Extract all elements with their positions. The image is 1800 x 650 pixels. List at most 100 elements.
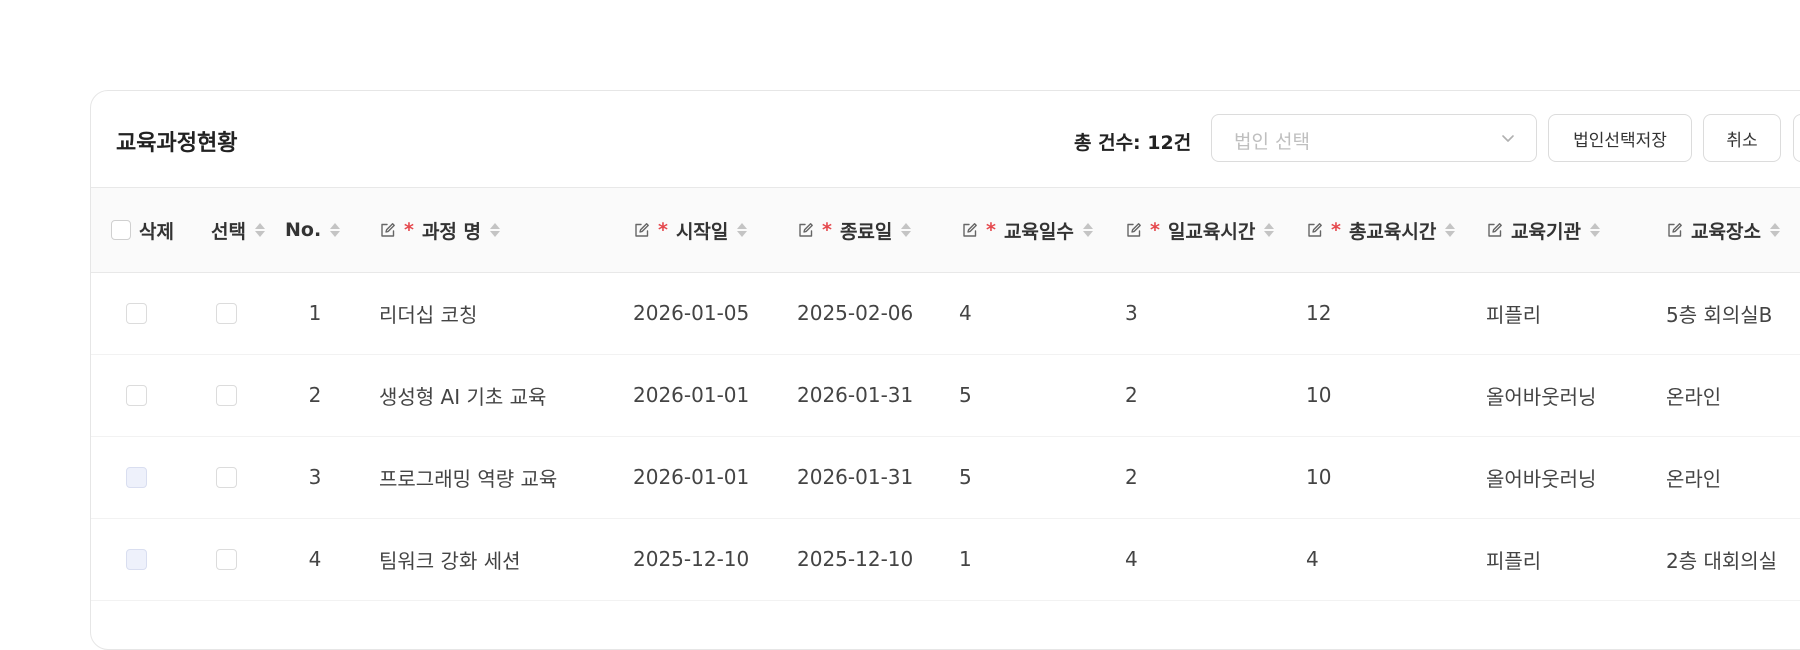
delete-checkbox[interactable] bbox=[125, 466, 147, 488]
required-marker: * bbox=[1150, 219, 1160, 241]
sort-icon[interactable] bbox=[254, 221, 266, 239]
header-select[interactable]: 선택 bbox=[211, 188, 266, 272]
delete-checkbox-cell bbox=[121, 355, 151, 435]
cell-institution[interactable]: 올어바웃러닝 bbox=[1486, 355, 1596, 435]
table-row[interactable]: 2 생성형 AI 기초 교육 2026-01-01 2026-01-31 5 2… bbox=[91, 355, 1800, 437]
sort-icon[interactable] bbox=[1263, 221, 1275, 239]
cell-edu-days[interactable]: 5 bbox=[959, 437, 972, 517]
toolbar: 교육과정현황 총 건수: 12건 법인 선택 법인선택저장 취소 bbox=[91, 91, 1800, 187]
cell-end-date[interactable]: 2026-01-31 bbox=[797, 355, 913, 435]
header-edu-days[interactable]: * 교육일수 bbox=[961, 188, 1094, 272]
table-row[interactable]: 1 리더십 코칭 2026-01-05 2025-02-06 4 3 12 피플… bbox=[91, 273, 1800, 355]
edit-icon bbox=[1668, 222, 1682, 237]
cell-start-date[interactable]: 2025-12-10 bbox=[633, 519, 749, 599]
cell-location[interactable]: 온라인 bbox=[1666, 355, 1721, 435]
header-total-hours[interactable]: * 총교육시간 bbox=[1306, 188, 1456, 272]
select-checkbox[interactable] bbox=[215, 466, 237, 488]
select-checkbox-cell bbox=[211, 519, 241, 599]
delete-checkbox-cell bbox=[121, 273, 151, 353]
header-course-name[interactable]: * 과정 명 bbox=[379, 188, 501, 272]
select-checkbox[interactable] bbox=[215, 384, 237, 406]
sort-icon[interactable] bbox=[900, 221, 912, 239]
header-edu-days-label: 교육일수 bbox=[1003, 220, 1074, 243]
delete-checkbox[interactable] bbox=[125, 302, 147, 324]
cell-end-date[interactable]: 2025-12-10 bbox=[797, 519, 913, 599]
cell-total-hours[interactable]: 4 bbox=[1306, 519, 1319, 599]
cell-total-hours[interactable]: 10 bbox=[1306, 437, 1331, 517]
required-marker: * bbox=[1331, 219, 1341, 241]
cell-total-hours[interactable]: 10 bbox=[1306, 355, 1331, 435]
cell-start-date[interactable]: 2026-01-01 bbox=[633, 437, 749, 517]
cell-course-name[interactable]: 리더십 코칭 bbox=[379, 273, 477, 353]
cell-no: 1 bbox=[308, 301, 322, 325]
cell-edu-days[interactable]: 4 bbox=[959, 273, 972, 353]
cell-daily-hours[interactable]: 4 bbox=[1125, 519, 1138, 599]
course-status-card: 교육과정현황 총 건수: 12건 법인 선택 법인선택저장 취소 삭제 선택 N… bbox=[90, 90, 1800, 650]
total-count: 총 건수: 12건 bbox=[1074, 132, 1192, 154]
select-checkbox[interactable] bbox=[215, 302, 237, 324]
cell-location[interactable]: 5층 회의실B bbox=[1666, 273, 1772, 353]
table-header: 삭제 선택 No. * 과정 명 * 시작일 * 종료일 * 교육일수 * 일교… bbox=[91, 187, 1800, 273]
cell-no: 2 bbox=[308, 383, 322, 407]
table-row[interactable]: 4 팀워크 강화 세션 2025-12-10 2025-12-10 1 4 4 … bbox=[91, 519, 1800, 601]
header-no[interactable]: No. bbox=[285, 188, 341, 272]
cell-course-name[interactable]: 프로그래밍 역량 교육 bbox=[379, 437, 557, 517]
cell-total-hours[interactable]: 12 bbox=[1306, 273, 1331, 353]
cell-start-date[interactable]: 2026-01-05 bbox=[633, 273, 749, 353]
sort-icon[interactable] bbox=[1589, 221, 1601, 239]
header-end-date[interactable]: * 종료일 bbox=[797, 188, 912, 272]
save-corp-button[interactable]: 법인선택저장 bbox=[1548, 114, 1692, 162]
cell-no: 3 bbox=[308, 465, 322, 489]
header-location[interactable]: 교육장소 bbox=[1666, 188, 1781, 272]
cell-institution[interactable]: 피플리 bbox=[1486, 273, 1541, 353]
header-delete-label: 삭제 bbox=[139, 220, 174, 243]
delete-checkbox[interactable] bbox=[125, 548, 147, 570]
required-marker: * bbox=[404, 219, 414, 241]
required-marker: * bbox=[658, 219, 668, 241]
cell-institution[interactable]: 올어바웃러닝 bbox=[1486, 437, 1596, 517]
cell-daily-hours[interactable]: 2 bbox=[1125, 437, 1138, 517]
header-start-date-label: 시작일 bbox=[675, 220, 729, 243]
cell-end-date[interactable]: 2026-01-31 bbox=[797, 437, 913, 517]
corp-select[interactable]: 법인 선택 bbox=[1211, 114, 1537, 162]
header-total-hours-label: 총교육시간 bbox=[1348, 220, 1437, 243]
cell-daily-hours[interactable]: 2 bbox=[1125, 355, 1138, 435]
sort-icon[interactable] bbox=[489, 221, 501, 239]
header-end-date-label: 종료일 bbox=[839, 220, 893, 243]
edit-icon bbox=[963, 222, 977, 237]
cell-end-date[interactable]: 2025-02-06 bbox=[797, 273, 913, 353]
sort-icon[interactable] bbox=[1082, 221, 1094, 239]
select-all-checkbox[interactable] bbox=[111, 220, 131, 240]
select-checkbox-cell bbox=[211, 355, 241, 435]
cell-daily-hours[interactable]: 3 bbox=[1125, 273, 1138, 353]
cell-start-date[interactable]: 2026-01-01 bbox=[633, 355, 749, 435]
header-location-label: 교육장소 bbox=[1691, 220, 1761, 243]
cell-institution[interactable]: 피플리 bbox=[1486, 519, 1541, 599]
table-row[interactable]: 3 프로그래밍 역량 교육 2026-01-01 2026-01-31 5 2 … bbox=[91, 437, 1800, 519]
cancel-button[interactable]: 취소 bbox=[1703, 114, 1781, 162]
cell-edu-days[interactable]: 5 bbox=[959, 355, 972, 435]
header-institution-label: 교육기관 bbox=[1511, 220, 1581, 243]
header-daily-hours[interactable]: * 일교육시간 bbox=[1125, 188, 1275, 272]
header-start-date[interactable]: * 시작일 bbox=[633, 188, 748, 272]
cell-location[interactable]: 2층 대회의실 bbox=[1666, 519, 1777, 599]
cell-course-name[interactable]: 생성형 AI 기초 교육 bbox=[379, 355, 546, 435]
header-institution[interactable]: 교육기관 bbox=[1486, 188, 1601, 272]
cell-edu-days[interactable]: 1 bbox=[959, 519, 972, 599]
cell-no: 4 bbox=[308, 547, 322, 571]
cell-course-name[interactable]: 팀워크 강화 세션 bbox=[379, 519, 521, 599]
delete-checkbox[interactable] bbox=[125, 384, 147, 406]
corp-select-placeholder: 법인 선택 bbox=[1234, 131, 1310, 153]
sort-icon[interactable] bbox=[1444, 221, 1456, 239]
required-marker: * bbox=[986, 219, 996, 241]
edit-icon bbox=[635, 222, 649, 237]
sort-icon[interactable] bbox=[329, 221, 341, 239]
select-checkbox[interactable] bbox=[215, 548, 237, 570]
extra-button[interactable] bbox=[1793, 114, 1800, 162]
header-select-label: 선택 bbox=[211, 220, 246, 243]
edit-icon bbox=[1127, 222, 1141, 237]
sort-icon[interactable] bbox=[1769, 221, 1781, 239]
delete-checkbox-cell bbox=[121, 519, 151, 599]
sort-icon[interactable] bbox=[736, 221, 748, 239]
cell-location[interactable]: 온라인 bbox=[1666, 437, 1721, 517]
